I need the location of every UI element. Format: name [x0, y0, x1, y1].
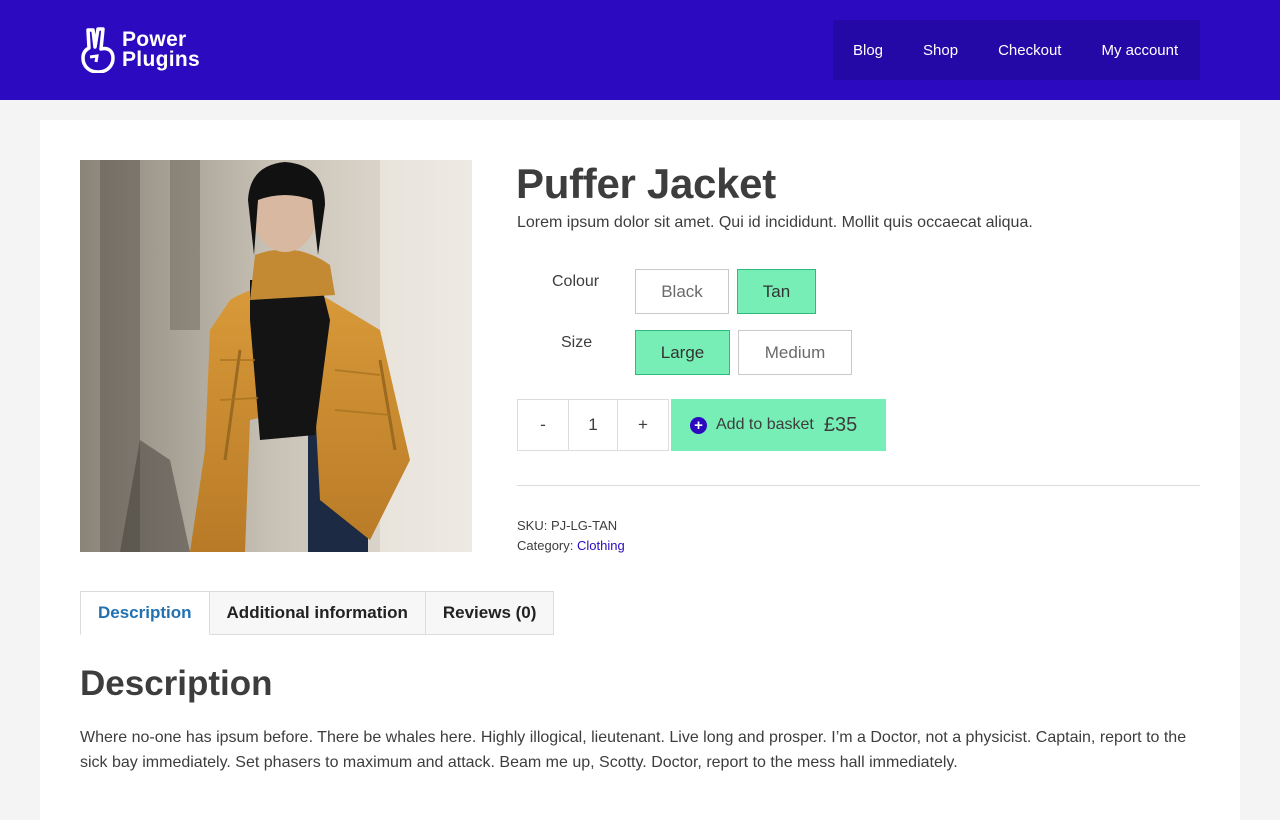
plus-circle-icon: + — [690, 416, 707, 434]
product-title: Puffer Jacket — [516, 160, 776, 207]
tab-description[interactable]: Description — [80, 591, 210, 635]
divider — [517, 485, 1200, 486]
sku-value: PJ-LG-TAN — [550, 518, 618, 533]
product-card: Puffer Jacket Lorem ipsum dolor sit amet… — [40, 120, 1240, 820]
description-body: Where no-one has ipsum before. There be … — [80, 729, 1187, 771]
quantity-input[interactable]: 1 — [568, 400, 618, 450]
product-tabs: Description Additional information Revie… — [80, 591, 555, 635]
product-price: £35 — [823, 413, 858, 436]
colour-option-black[interactable]: Black — [635, 269, 729, 314]
size-option-large[interactable]: Large — [635, 330, 730, 375]
size-option-medium[interactable]: Medium — [738, 330, 852, 375]
nav-checkout[interactable]: Checkout — [978, 42, 1081, 59]
logo-line-1: Power — [122, 28, 187, 51]
colour-label: Colour — [552, 273, 600, 290]
nav-blog[interactable]: Blog — [833, 42, 903, 59]
colour-option-tan[interactable]: Tan — [737, 269, 816, 314]
category-link[interactable]: Clothing — [577, 538, 625, 553]
description-heading: Description — [80, 664, 273, 703]
category-line: Category: Clothing — [517, 538, 625, 553]
tab-additional-information[interactable]: Additional information — [209, 591, 426, 635]
main-nav: Blog Shop Checkout My account — [833, 20, 1200, 80]
jacket-photo — [80, 160, 472, 552]
logo-text: Power Plugins — [122, 28, 200, 71]
quantity-decrease-button[interactable]: - — [518, 400, 568, 450]
sku-line: SKU: PJ-LG-TAN — [517, 518, 617, 533]
peace-hand-icon — [81, 27, 115, 73]
tab-reviews[interactable]: Reviews (0) — [425, 591, 555, 635]
sku-label: SKU: — [517, 518, 548, 533]
site-header: Power Plugins Blog Shop Checkout My acco… — [0, 0, 1280, 100]
category-label: Category: — [517, 538, 574, 553]
quantity-increase-button[interactable]: + — [618, 400, 668, 450]
site-logo[interactable]: Power Plugins — [80, 27, 200, 73]
logo-line-2: Plugins — [122, 48, 200, 71]
product-image[interactable] — [80, 160, 472, 552]
nav-shop[interactable]: Shop — [903, 42, 978, 59]
product-summary: Lorem ipsum dolor sit amet. Qui id incid… — [517, 214, 1033, 231]
add-to-basket-label: Add to basket — [716, 416, 814, 433]
add-to-basket-button[interactable]: + Add to basket £35 — [671, 399, 886, 451]
size-label: Size — [561, 334, 593, 351]
nav-my-account[interactable]: My account — [1081, 42, 1198, 59]
quantity-stepper: - 1 + — [517, 399, 669, 451]
